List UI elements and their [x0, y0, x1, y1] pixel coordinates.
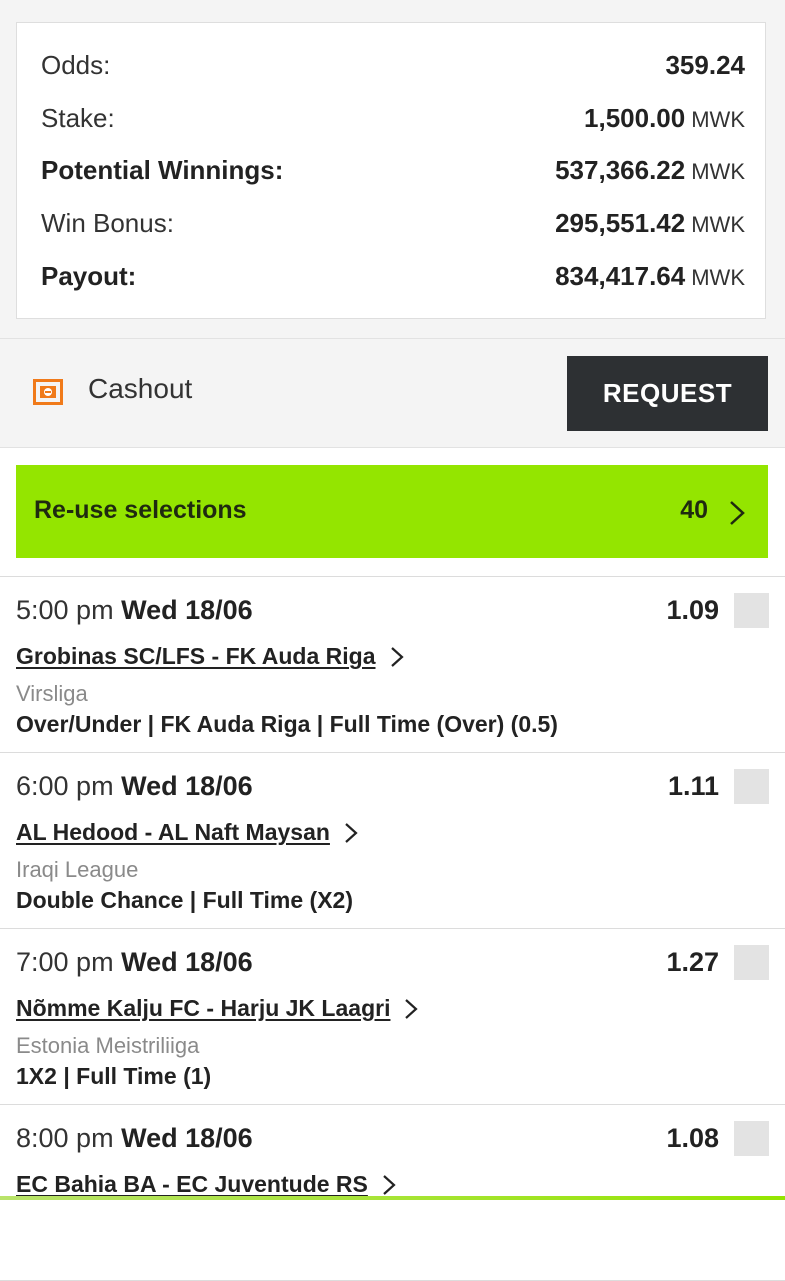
win-bonus-label: Win Bonus:	[41, 207, 174, 238]
cashout-icon	[33, 379, 63, 405]
bet-summary-card: Odds: 359.24 Stake: 1,500.00 MWK Potentia…	[16, 22, 766, 319]
chevron-right-icon	[345, 822, 358, 843]
selection-checkbox[interactable]	[734, 945, 769, 980]
selection-time: 5:00 pm	[16, 595, 114, 625]
stake-value-wrap: 1,500.00 MWK	[584, 103, 745, 134]
payout-label: Payout:	[41, 260, 137, 291]
potential-winnings-currency: MWK	[691, 158, 745, 184]
cashout-label: Cashout	[88, 373, 193, 404]
selection-match-link[interactable]: AL Hedood - AL Naft Maysan	[16, 819, 358, 846]
odds-value: 359.24	[665, 49, 745, 80]
selection-date: Wed 18/06	[121, 947, 253, 977]
selection-datetime: 7:00 pm Wed 18/06	[16, 947, 253, 978]
selection-checkbox[interactable]	[734, 1121, 769, 1156]
selection-date: Wed 18/06	[121, 771, 253, 801]
selection-time: 8:00 pm	[16, 1123, 114, 1153]
selection-market: 1X2 | Full Time (1)	[16, 1063, 212, 1089]
payout-row: Payout: 834,417.64 MWK	[41, 256, 745, 296]
payout-value-wrap: 834,417.64 MWK	[555, 261, 745, 292]
selection-checkbox[interactable]	[734, 593, 769, 628]
stake-currency: MWK	[691, 106, 745, 132]
reuse-selections-label: Re-use selections	[34, 496, 247, 524]
selection-time: 6:00 pm	[16, 771, 114, 801]
reuse-selections-bar[interactable]: Re-use selections 40	[16, 465, 768, 558]
stake-value: 1,500.00	[584, 102, 686, 133]
selections-list: 5:00 pm Wed 18/06 1.09 Grobinas SC/LFS -…	[0, 576, 785, 1281]
selection-odds: 1.08	[666, 1123, 719, 1153]
bet-summary-section: Odds: 359.24 Stake: 1,500.00 MWK Potentia…	[0, 0, 785, 338]
potential-winnings-value-wrap: 537,366.22 MWK	[555, 155, 745, 186]
potential-winnings-row: Potential Winnings: 537,366.22 MWK	[41, 150, 745, 190]
selection-odds: 1.11	[667, 771, 719, 801]
win-bonus-value: 295,551.42	[555, 207, 686, 238]
chevron-right-icon	[383, 1174, 396, 1195]
selection-league: Estonia Meistriliiga	[16, 1033, 200, 1058]
selection-match-name: EC Bahia BA - EC Juventude RS	[16, 1171, 368, 1197]
chevron-right-icon	[405, 998, 419, 1019]
selection-datetime: 8:00 pm Wed 18/06	[16, 1123, 253, 1154]
reuse-selections-count: 40	[680, 496, 708, 524]
cashout-bar: Cashout REQUEST	[0, 338, 785, 448]
selection-match-name: Grobinas SC/LFS - FK Auda Riga	[16, 643, 376, 669]
bottom-accent-line	[0, 1196, 785, 1200]
win-bonus-currency: MWK	[691, 211, 745, 237]
selection-datetime: 6:00 pm Wed 18/06	[16, 771, 253, 802]
selection-checkbox[interactable]	[734, 769, 769, 804]
odds-row: Odds: 359.24	[41, 45, 745, 85]
win-bonus-value-wrap: 295,551.42 MWK	[555, 208, 745, 239]
potential-winnings-value: 537,366.22	[555, 154, 686, 185]
selection-league: Iraqi League	[16, 857, 139, 882]
selection-match-name: AL Hedood - AL Naft Maysan	[16, 819, 330, 845]
selection-item: 6:00 pm Wed 18/06 1.11 AL Hedood - AL Na…	[0, 753, 785, 929]
payout-currency: MWK	[691, 264, 745, 290]
selection-market: Over/Under | FK Auda Riga | Full Time (O…	[16, 711, 558, 737]
selection-league: Virsliga	[16, 681, 88, 706]
selection-datetime: 5:00 pm Wed 18/06	[16, 595, 253, 626]
win-bonus-row: Win Bonus: 295,551.42 MWK	[41, 203, 745, 243]
selection-date: Wed 18/06	[121, 595, 253, 625]
selection-match-link[interactable]: Nõmme Kalju FC - Harju JK Laagri	[16, 995, 419, 1022]
selection-match-link[interactable]: EC Bahia BA - EC Juventude RS	[16, 1171, 396, 1198]
selection-match-link[interactable]: Grobinas SC/LFS - FK Auda Riga	[16, 643, 404, 670]
cashout-request-button[interactable]: REQUEST	[567, 356, 768, 431]
selection-odds: 1.27	[666, 947, 719, 977]
odds-label: Odds:	[41, 49, 111, 80]
selection-time: 7:00 pm	[16, 947, 114, 977]
potential-winnings-label: Potential Winnings:	[41, 154, 284, 185]
stake-label: Stake:	[41, 102, 115, 133]
selection-item: 5:00 pm Wed 18/06 1.09 Grobinas SC/LFS -…	[0, 577, 785, 753]
chevron-right-icon	[730, 501, 745, 525]
selection-item: 8:00 pm Wed 18/06 1.08 EC Bahia BA - EC …	[0, 1105, 785, 1281]
selection-odds: 1.09	[666, 595, 719, 625]
selection-date: Wed 18/06	[121, 1123, 253, 1153]
odds-value-wrap: 359.24	[665, 50, 745, 81]
selection-match-name: Nõmme Kalju FC - Harju JK Laagri	[16, 995, 391, 1021]
selection-market: Double Chance | Full Time (X2)	[16, 887, 354, 913]
stake-row: Stake: 1,500.00 MWK	[41, 98, 745, 138]
chevron-right-icon	[390, 646, 404, 667]
selection-item: 7:00 pm Wed 18/06 1.27 Nõmme Kalju FC - …	[0, 929, 785, 1105]
payout-value: 834,417.64	[555, 260, 686, 291]
